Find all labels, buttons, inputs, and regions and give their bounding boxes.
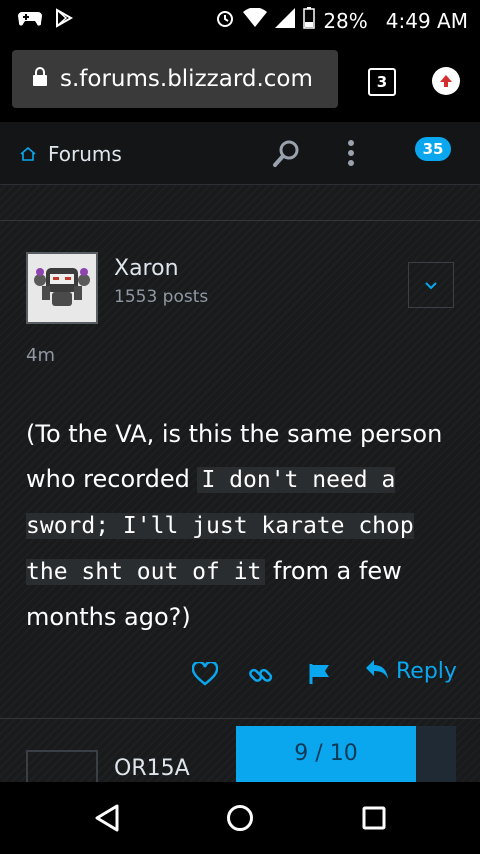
- author-post-count: 1553 posts: [114, 287, 209, 307]
- tab-switcher-button[interactable]: 3: [368, 68, 396, 96]
- topic-progress-track[interactable]: [416, 726, 456, 782]
- like-heart-icon[interactable]: [191, 660, 219, 690]
- clock: 4:49 AM: [385, 8, 468, 33]
- topic-progress[interactable]: 9 / 10: [236, 726, 416, 782]
- battery-percent: 28%: [323, 8, 368, 33]
- search-icon[interactable]: [272, 138, 302, 172]
- link-icon[interactable]: [248, 662, 274, 692]
- post-actions: Reply: [191, 658, 462, 694]
- recents-icon[interactable]: [362, 806, 386, 834]
- forum-header: Forums 35: [0, 122, 480, 185]
- chevron-down-icon: [424, 276, 438, 295]
- url-text: s.forums.blizzard.com: [60, 66, 313, 92]
- home-icon[interactable]: [20, 146, 36, 165]
- post-divider-2: [0, 718, 480, 719]
- more-options-icon[interactable]: [347, 138, 355, 172]
- system-navigation-bar: [0, 782, 480, 854]
- home-circle-icon[interactable]: [226, 804, 254, 836]
- back-icon[interactable]: [94, 804, 120, 836]
- browser-toolbar: s.forums.blizzard.com 3: [0, 38, 480, 122]
- play-store-icon: [54, 8, 74, 32]
- post-expand-button[interactable]: [408, 262, 454, 308]
- post-body: (To the VA, is this the same person who …: [26, 412, 466, 640]
- forum-title-link[interactable]: Forums: [48, 142, 122, 166]
- wifi-icon: [243, 7, 268, 33]
- upload-icon[interactable]: [432, 67, 460, 95]
- alarm-icon: [215, 8, 235, 33]
- status-bar: 28% 4:49 AM: [0, 0, 480, 38]
- post-divider: [0, 220, 480, 221]
- reply-label: Reply: [396, 658, 457, 684]
- notification-badge[interactable]: 35: [415, 137, 451, 161]
- lock-icon: [32, 67, 48, 91]
- reply-button[interactable]: Reply: [364, 658, 457, 684]
- next-post-avatar[interactable]: [26, 750, 98, 782]
- battery-icon: [303, 7, 316, 34]
- flag-icon[interactable]: [308, 662, 332, 690]
- signal-icon: [275, 8, 296, 33]
- post-author[interactable]: Xaron: [114, 256, 179, 281]
- page-content: Forums 35 Xaron 1553 posts 4m (To the VA…: [0, 122, 480, 782]
- gamepad-icon: [18, 10, 42, 30]
- reply-arrow-icon: [364, 658, 390, 684]
- avatar[interactable]: [26, 252, 98, 324]
- next-post-author[interactable]: OR15A: [114, 756, 190, 781]
- post-timestamp[interactable]: 4m: [26, 345, 55, 366]
- address-bar[interactable]: s.forums.blizzard.com: [12, 50, 338, 108]
